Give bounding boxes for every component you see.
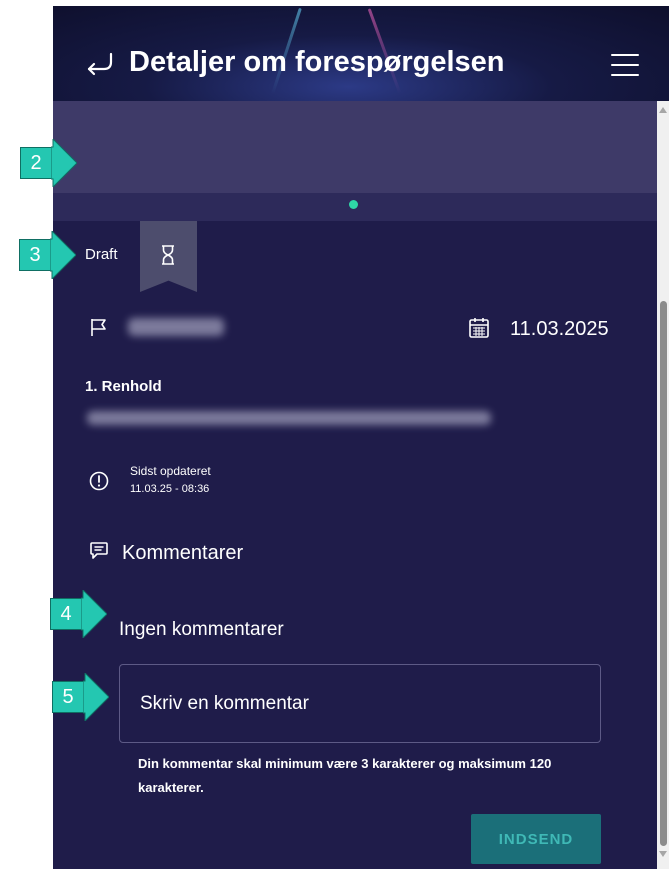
callout-number: 5	[52, 681, 84, 713]
request-date: 11.03.2025	[510, 318, 609, 340]
comment-hint: Din kommentar skal minimum være 3 karakt…	[138, 756, 552, 795]
last-updated-label: Sidst opdateret	[130, 464, 211, 478]
app-panel: Detaljer om forespørgelsen Draft 11.03.2…	[53, 6, 669, 869]
callout-arrow-icon	[51, 139, 77, 187]
alert-circle-icon	[89, 471, 109, 491]
hamburger-menu-icon[interactable]	[611, 54, 639, 76]
flag-icon	[91, 319, 106, 336]
back-icon[interactable]	[83, 50, 117, 76]
redacted-text	[128, 318, 224, 336]
gallery-dot-indicator[interactable]	[349, 200, 358, 209]
callout-number: 4	[50, 598, 82, 630]
callout-arrow-icon	[83, 673, 109, 721]
status-bookmark	[140, 221, 197, 292]
scroll-down-arrow-icon[interactable]	[659, 851, 667, 857]
scroll-up-arrow-icon[interactable]	[659, 107, 667, 113]
last-updated-time: 11.03.25 - 08:36	[130, 483, 210, 495]
no-comments-text: Ingen kommentarer	[119, 619, 284, 640]
comments-heading: Kommentarer	[122, 542, 244, 564]
scrollbar[interactable]	[657, 101, 669, 869]
section-title: 1. Renhold	[85, 378, 162, 395]
redacted-description	[87, 411, 491, 425]
callout-number: 3	[19, 239, 51, 271]
header: Detaljer om forespørgelsen	[53, 6, 669, 101]
page-title: Detaljer om forespørgelsen	[129, 46, 505, 78]
callout-arrow-icon	[50, 231, 76, 279]
callout-arrow-icon	[81, 590, 107, 638]
status-label: Draft	[85, 246, 118, 263]
comment-icon	[90, 542, 108, 559]
comment-input[interactable]	[119, 664, 601, 743]
calendar-icon	[469, 318, 489, 338]
hourglass-icon	[162, 245, 174, 265]
image-gallery[interactable]	[53, 101, 657, 193]
scrollbar-thumb[interactable]	[660, 301, 667, 846]
callout-number: 2	[20, 147, 52, 179]
submit-button[interactable]: INDSEND	[471, 814, 601, 864]
